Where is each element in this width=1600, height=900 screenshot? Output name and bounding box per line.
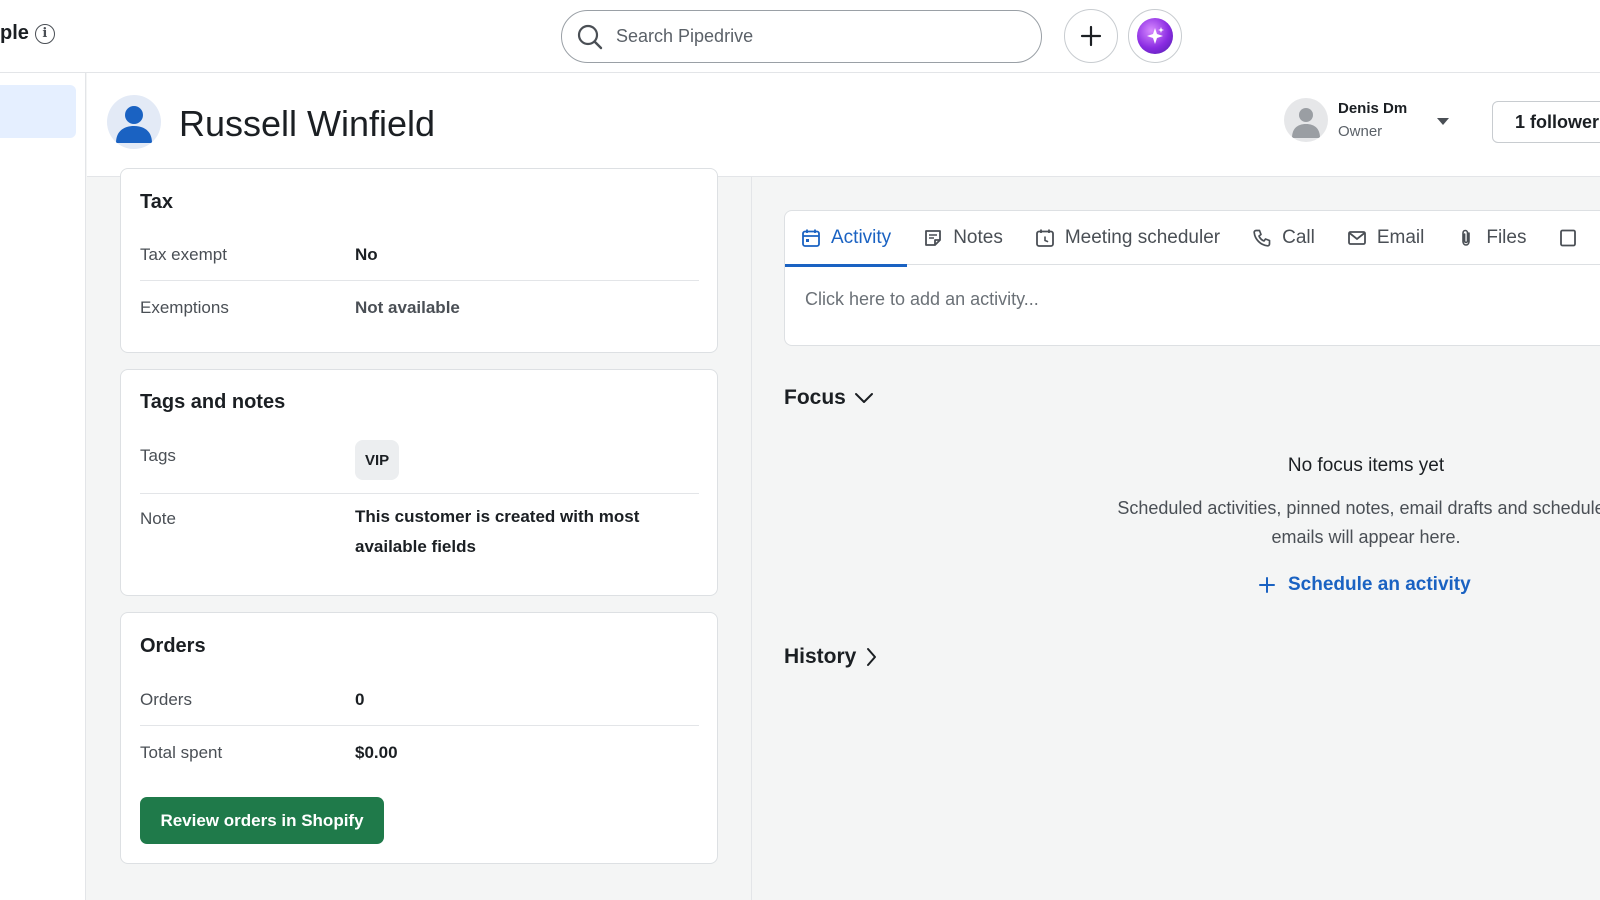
tags-notes-card: Tags and notes Tags VIP Note This custom… <box>120 369 718 596</box>
focus-title: Focus <box>784 386 846 409</box>
paperclip-icon <box>1462 229 1471 246</box>
row-divider <box>140 725 699 726</box>
orders-card-title: Orders <box>140 635 206 657</box>
phone-icon <box>1253 229 1271 247</box>
search-icon <box>577 24 603 49</box>
plus-icon <box>1259 577 1275 593</box>
calendar-clock-icon <box>1035 229 1054 247</box>
add-activity-input[interactable] <box>805 289 1565 310</box>
tab-label: Files <box>1486 227 1527 248</box>
search-bar[interactable] <box>561 10 1042 63</box>
tags-label: Tags <box>140 446 176 465</box>
owner-selector[interactable]: Denis Dm Owner <box>1284 98 1450 142</box>
focus-section-toggle[interactable]: Focus <box>784 386 874 410</box>
tax-card-title: Tax <box>140 191 173 213</box>
tab-label: Notes <box>953 227 1003 248</box>
followers-button[interactable]: 1 follower <box>1492 101 1600 143</box>
tab-email[interactable]: Email <box>1331 211 1441 265</box>
focus-empty-title: No focus items yet <box>1287 455 1445 476</box>
orders-count-value: 0 <box>355 690 365 709</box>
tab-activity[interactable]: Activity <box>785 211 908 267</box>
tags-notes-title: Tags and notes <box>140 391 286 413</box>
person-avatar-icon <box>107 95 161 149</box>
search-input[interactable] <box>616 26 1016 47</box>
schedule-activity-link[interactable]: Schedule an activity <box>1258 574 1471 596</box>
focus-empty-description: Scheduled activities, pinned notes, emai… <box>1117 498 1600 547</box>
chevron-right-icon <box>867 648 877 666</box>
tab-label: Activity <box>831 227 892 248</box>
person-name: Russell Winfield <box>179 103 436 144</box>
chevron-down-icon <box>854 393 873 403</box>
tax-exempt-label: Tax exempt <box>140 245 227 264</box>
breadcrumb-text: ple <box>0 22 29 44</box>
exemptions-label: Exemptions <box>140 298 229 317</box>
tab-label: Email <box>1376 227 1425 248</box>
review-orders-shopify-button[interactable]: Review orders in Shopify <box>140 797 384 844</box>
tab-notes[interactable]: Notes <box>907 211 1019 265</box>
left-nav-active-item[interactable] <box>0 85 76 138</box>
tab-label: Call <box>1282 227 1315 248</box>
plus-icon <box>1080 25 1102 47</box>
envelope-icon <box>1347 231 1366 245</box>
activity-tabs: Activity Notes Meeting scheduler Call Em… <box>785 211 1600 267</box>
tab-more[interactable] <box>1542 211 1594 265</box>
orders-count-label: Orders <box>140 690 192 709</box>
total-spent-value: $0.00 <box>355 743 398 762</box>
caret-down-icon[interactable] <box>1437 117 1450 125</box>
calendar-icon <box>802 229 820 247</box>
ai-assistant-button[interactable] <box>1128 9 1182 63</box>
note-icon <box>925 230 942 246</box>
tab-label: Meeting scheduler <box>1064 227 1221 248</box>
schedule-activity-label: Schedule an activity <box>1288 574 1471 595</box>
quick-add-button[interactable] <box>1064 9 1118 63</box>
row-divider <box>140 493 699 494</box>
activity-composer: Activity Notes Meeting scheduler Call Em… <box>784 210 1600 346</box>
tab-meeting-scheduler[interactable]: Meeting scheduler <box>1019 211 1236 265</box>
owner-role: Owner <box>1338 123 1383 140</box>
column-divider <box>751 177 752 900</box>
owner-name: Denis Dm <box>1338 100 1408 117</box>
tag-vip[interactable]: VIP <box>355 440 400 480</box>
left-navigation <box>0 73 86 900</box>
total-spent-label: Total spent <box>140 743 223 762</box>
tab-call[interactable]: Call <box>1236 211 1331 265</box>
history-title: History <box>784 645 857 668</box>
tax-card: Tax Tax exempt No Exemptions Not availab… <box>120 168 718 353</box>
owner-avatar-icon <box>1284 98 1328 142</box>
tax-exempt-value[interactable]: No <box>355 245 378 265</box>
document-icon <box>1560 229 1577 247</box>
note-label: Note <box>140 509 176 528</box>
row-divider <box>140 280 699 281</box>
history-section-toggle[interactable]: History <box>784 645 878 669</box>
top-bar: ple i <box>0 0 1600 73</box>
exemptions-value[interactable]: Not available <box>355 298 460 318</box>
tab-files[interactable]: Files <box>1440 211 1542 265</box>
person-header: Russell Winfield Denis Dm Owner 1 follow… <box>87 73 1600 177</box>
ai-sparkle-icon <box>1137 18 1173 54</box>
info-icon[interactable]: i <box>34 23 55 44</box>
note-value[interactable]: This customer is created with most avail… <box>355 502 675 562</box>
orders-card: Orders Orders 0 Total spent $0.00 Review… <box>120 612 718 864</box>
page-breadcrumb: ple i <box>0 22 55 45</box>
